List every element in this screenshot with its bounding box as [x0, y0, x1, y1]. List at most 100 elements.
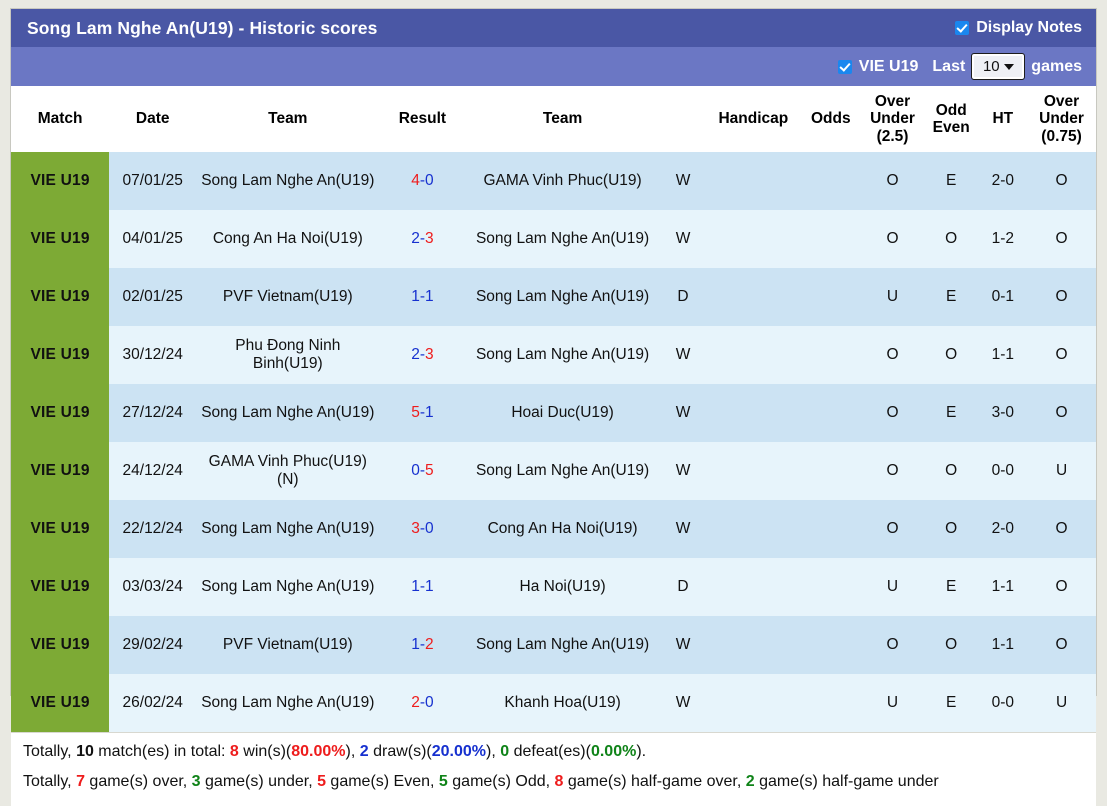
row-home-team[interactable]: PVF Vietnam(U19) [196, 268, 380, 326]
row-league-badge: VIE U19 [11, 616, 110, 674]
row-over-under-25: O [861, 384, 924, 442]
summary-text: game(s) Odd, [447, 772, 555, 790]
row-league-badge: VIE U19 [11, 500, 110, 558]
row-date: 24/12/24 [109, 442, 197, 500]
row-half-time-score: 2-0 [978, 152, 1028, 210]
row-league-badge: VIE U19 [11, 326, 110, 384]
col-header-ht: HT [978, 86, 1028, 152]
table-row[interactable]: VIE U19 29/02/24 PVF Vietnam(U19) 1-2 Song L… [11, 616, 1096, 674]
row-odds [800, 442, 862, 500]
table-row[interactable]: VIE U19 27/12/24 Song Lam Nghe An(U19) 5-1 H… [11, 384, 1096, 442]
row-odds [800, 674, 862, 732]
row-wdl-indicator: D [659, 268, 707, 326]
table-row[interactable]: VIE U19 04/01/25 Cong An Ha Noi(U19) 2-3 Son… [11, 210, 1096, 268]
table-row[interactable]: VIE U19 30/12/24 Phu Đong Ninh Binh(U19) 2-… [11, 326, 1096, 384]
row-result[interactable]: 5-1 [379, 384, 466, 442]
row-result[interactable]: 2-3 [379, 210, 466, 268]
row-score-home: 1 [411, 578, 420, 596]
row-away-team[interactable]: Cong An Ha Noi(U19) [465, 500, 660, 558]
row-home-team[interactable]: Song Lam Nghe An(U19) [196, 152, 380, 210]
ou25-line2: Under [870, 110, 915, 128]
row-away-team[interactable]: Khanh Hoa(U19) [465, 674, 660, 732]
display-notes-checkbox[interactable] [955, 21, 970, 35]
row-result[interactable]: 2-3 [379, 326, 466, 384]
row-half-time-score: 1-1 [978, 616, 1028, 674]
row-home-team[interactable]: Song Lam Nghe An(U19) [196, 558, 380, 616]
row-away-team[interactable]: Song Lam Nghe An(U19) [465, 268, 660, 326]
row-score-away: 0 [424, 172, 434, 190]
summary-line-results: Totally, 10 match(es) in total: 8 win(s)… [23, 742, 1086, 763]
col-header-match: Match [11, 86, 110, 152]
row-handicap [706, 616, 801, 674]
league-filter-toggle[interactable]: VIE U19 [837, 57, 919, 76]
row-score-away: 1 [424, 404, 434, 422]
row-odds [800, 384, 862, 442]
row-away-team[interactable]: Song Lam Nghe An(U19) [465, 442, 660, 500]
row-home-team[interactable]: Song Lam Nghe An(U19) [196, 674, 380, 732]
row-wdl-indicator: W [659, 442, 707, 500]
defeat-percent: 0.00% [590, 743, 637, 760]
row-score-home: 5 [411, 404, 420, 422]
summary-text: draw(s)( [368, 743, 432, 760]
table-row[interactable]: VIE U19 24/12/24 GAMA Vinh Phuc(U19) (N) 0-… [11, 442, 1096, 500]
row-odd-even: E [923, 384, 979, 442]
row-result[interactable]: 0-5 [379, 442, 466, 500]
row-result[interactable]: 1-1 [379, 268, 466, 326]
games-count-select[interactable]: 10 [971, 53, 1026, 80]
row-over-under-075: O [1027, 616, 1096, 674]
row-away-team[interactable]: Ha Noi(U19) [465, 558, 660, 616]
row-odds [800, 326, 862, 384]
last-label: Last [932, 57, 966, 75]
row-away-team[interactable]: Song Lam Nghe An(U19) [465, 326, 660, 384]
row-result[interactable]: 2-0 [379, 674, 466, 732]
summary-text: ). [636, 743, 647, 760]
row-score-away: 3 [424, 346, 434, 364]
table-header-row: Match Date Team Result Team Handicap Odd… [11, 86, 1096, 152]
summary-text: game(s) half-game over, [563, 772, 746, 790]
league-filter-label: VIE U19 [858, 57, 919, 75]
row-handicap [706, 152, 801, 210]
row-over-under-25: U [861, 674, 924, 732]
row-result[interactable]: 3-0 [379, 500, 466, 558]
row-over-under-075: O [1027, 268, 1096, 326]
row-handicap [706, 268, 801, 326]
row-odd-even: O [923, 500, 979, 558]
row-home-team[interactable]: Song Lam Nghe An(U19) [196, 384, 380, 442]
row-result[interactable]: 1-1 [379, 558, 466, 616]
row-odds [800, 268, 862, 326]
col-header-wdl [659, 86, 707, 152]
panel-controlbar: VIE U19 Last 10 games [11, 47, 1096, 86]
row-home-team[interactable]: PVF Vietnam(U19) [196, 616, 380, 674]
row-away-team[interactable]: Song Lam Nghe An(U19) [465, 616, 660, 674]
row-home-team[interactable]: Song Lam Nghe An(U19) [196, 500, 380, 558]
row-league-badge: VIE U19 [11, 442, 110, 500]
row-result[interactable]: 4-0 [379, 152, 466, 210]
row-away-team[interactable]: Song Lam Nghe An(U19) [465, 210, 660, 268]
row-away-team[interactable]: Hoai Duc(U19) [465, 384, 660, 442]
row-over-under-25: O [861, 210, 924, 268]
row-league-badge: VIE U19 [11, 268, 110, 326]
row-home-team[interactable]: GAMA Vinh Phuc(U19) (N) [196, 442, 380, 500]
summary-footer: Totally, 10 match(es) in total: 8 win(s)… [11, 732, 1096, 806]
row-home-team[interactable]: Phu Đong Ninh Binh(U19) [196, 326, 380, 384]
display-notes-toggle[interactable]: Display Notes [955, 19, 1082, 37]
half-under-count: 2 [745, 772, 755, 790]
table-row[interactable]: VIE U19 03/03/24 Song Lam Nghe An(U19) 1-1 H… [11, 558, 1096, 616]
summary-text: game(s) Even, [325, 772, 439, 790]
row-home-team[interactable]: Cong An Ha Noi(U19) [196, 210, 380, 268]
row-score-home: 1 [411, 636, 420, 654]
league-filter-checkbox[interactable] [837, 59, 852, 74]
row-over-under-075: O [1027, 500, 1096, 558]
row-result[interactable]: 1-2 [379, 616, 466, 674]
row-odd-even: O [923, 616, 979, 674]
row-handicap [706, 326, 801, 384]
table-row[interactable]: VIE U19 22/12/24 Song Lam Nghe An(U19) 3-0 C… [11, 500, 1096, 558]
table-row[interactable]: VIE U19 26/02/24 Song Lam Nghe An(U19) 2-0 K… [11, 674, 1096, 732]
row-over-under-25: O [861, 616, 924, 674]
table-row[interactable]: VIE U19 02/01/25 PVF Vietnam(U19) 1-1 Song L… [11, 268, 1096, 326]
row-over-under-075: O [1027, 558, 1096, 616]
table-row[interactable]: VIE U19 07/01/25 Song Lam Nghe An(U19) 4-0 G… [11, 152, 1096, 210]
row-away-team[interactable]: GAMA Vinh Phuc(U19) [465, 152, 660, 210]
col-header-team-away: Team [465, 86, 660, 152]
row-date: 26/02/24 [109, 674, 197, 732]
